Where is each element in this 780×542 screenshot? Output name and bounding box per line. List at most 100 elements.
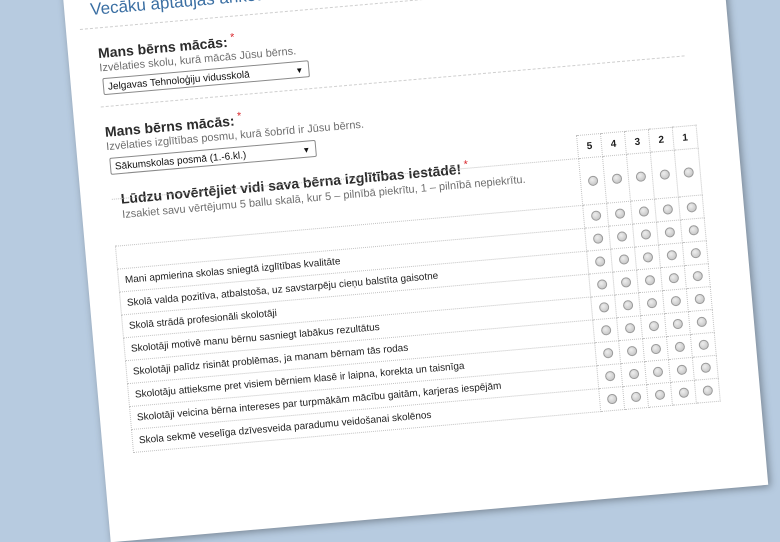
radio-cell xyxy=(690,332,717,358)
radio-cell xyxy=(688,309,715,335)
radio-option[interactable] xyxy=(699,362,711,374)
radio-option[interactable] xyxy=(622,299,633,311)
radio-option[interactable] xyxy=(592,233,604,244)
radio-cell xyxy=(618,338,645,364)
survey-page: Vecāku aptaujas anketa Mans bērns mācās:… xyxy=(48,0,769,542)
form-title: Vecāku aptaujas anketa xyxy=(89,0,271,19)
radio-option[interactable] xyxy=(611,173,622,185)
radio-option[interactable] xyxy=(640,228,651,240)
radio-cell xyxy=(642,336,669,362)
radio-option[interactable] xyxy=(654,389,665,401)
radio-option[interactable] xyxy=(689,247,701,259)
radio-option[interactable] xyxy=(630,391,641,403)
radio-cell xyxy=(644,359,671,385)
radio-option[interactable] xyxy=(669,295,681,307)
scale-3-header: 3 xyxy=(624,129,651,155)
radio-cell xyxy=(632,221,659,247)
radio-cell xyxy=(608,224,635,250)
radio-option[interactable] xyxy=(596,278,608,290)
radio-cell xyxy=(692,355,719,381)
radio-option[interactable] xyxy=(682,166,694,178)
radio-cell xyxy=(596,363,623,389)
radio-option[interactable] xyxy=(671,318,683,330)
required-marker: * xyxy=(236,110,242,123)
radio-option[interactable] xyxy=(652,366,663,378)
radio-cell xyxy=(662,288,689,314)
radio-option[interactable] xyxy=(616,231,627,242)
radio-cell xyxy=(594,340,621,366)
radio-option[interactable] xyxy=(626,345,637,357)
radio-option[interactable] xyxy=(693,293,705,305)
required-marker: * xyxy=(229,31,235,44)
radio-cell xyxy=(630,199,657,225)
chevron-down-icon: ▼ xyxy=(302,145,311,156)
radio-cell xyxy=(666,334,693,360)
radio-cell xyxy=(674,148,703,197)
radio-cell xyxy=(682,240,709,266)
radio-cell xyxy=(686,286,713,312)
radio-cell xyxy=(654,196,681,222)
radio-option[interactable] xyxy=(695,316,707,328)
radio-cell xyxy=(582,203,609,229)
radio-cell xyxy=(586,249,613,275)
radio-option[interactable] xyxy=(606,393,618,405)
radio-option[interactable] xyxy=(648,320,659,332)
radio-option[interactable] xyxy=(663,226,675,238)
radio-option[interactable] xyxy=(602,347,614,359)
radio-option[interactable] xyxy=(614,208,625,219)
radio-cell xyxy=(588,271,615,297)
radio-option[interactable] xyxy=(650,343,661,355)
radio-cell xyxy=(590,294,617,320)
radio-cell xyxy=(684,263,711,289)
radio-option[interactable] xyxy=(618,253,629,265)
radio-option[interactable] xyxy=(642,251,653,263)
radio-cell xyxy=(612,269,639,295)
radio-cell xyxy=(620,361,647,387)
radio-option[interactable] xyxy=(697,339,709,351)
scale-4-header: 4 xyxy=(600,131,627,157)
radio-cell xyxy=(660,265,687,291)
radio-option[interactable] xyxy=(590,210,602,222)
radio-cell xyxy=(638,290,665,316)
radio-cell xyxy=(584,226,611,252)
radio-cell xyxy=(670,380,697,406)
radio-option[interactable] xyxy=(598,301,610,313)
radio-cell xyxy=(640,313,667,339)
radio-cell xyxy=(606,201,633,227)
radio-option[interactable] xyxy=(687,224,699,236)
radio-option[interactable] xyxy=(638,206,649,217)
radio-cell xyxy=(634,244,661,270)
radio-option[interactable] xyxy=(675,364,687,376)
radio-option[interactable] xyxy=(628,368,639,380)
radio-cell xyxy=(658,242,685,268)
radio-option[interactable] xyxy=(661,203,673,215)
radio-option[interactable] xyxy=(685,201,697,213)
radio-option[interactable] xyxy=(604,370,616,382)
radio-cell xyxy=(614,292,641,318)
radio-option[interactable] xyxy=(677,387,689,399)
radio-option[interactable] xyxy=(646,297,657,309)
school-select-value: Jelgavas Tehnoloģiju vidusskolā xyxy=(107,69,251,93)
radio-option[interactable] xyxy=(594,256,606,267)
radio-option[interactable] xyxy=(667,272,679,284)
radio-option[interactable] xyxy=(644,274,655,286)
radio-option[interactable] xyxy=(620,276,631,288)
radio-option[interactable] xyxy=(691,270,703,282)
radio-option[interactable] xyxy=(600,324,612,336)
radio-cell xyxy=(610,246,637,272)
radio-cell xyxy=(680,217,707,243)
radio-cell xyxy=(694,378,721,404)
radio-option[interactable] xyxy=(587,175,598,187)
radio-option[interactable] xyxy=(701,385,713,396)
radio-cell xyxy=(616,315,643,341)
radio-cell xyxy=(656,219,683,245)
rating-matrix: 5 4 3 2 1 Mani apmierina skolas sniegtā … xyxy=(109,125,721,453)
radio-option[interactable] xyxy=(658,169,670,180)
radio-option[interactable] xyxy=(673,341,685,353)
radio-option[interactable] xyxy=(665,249,677,261)
radio-option[interactable] xyxy=(624,322,635,334)
radio-option[interactable] xyxy=(634,171,646,182)
radio-cell xyxy=(678,194,705,220)
radio-cell xyxy=(646,382,673,408)
radio-cell xyxy=(636,267,663,293)
